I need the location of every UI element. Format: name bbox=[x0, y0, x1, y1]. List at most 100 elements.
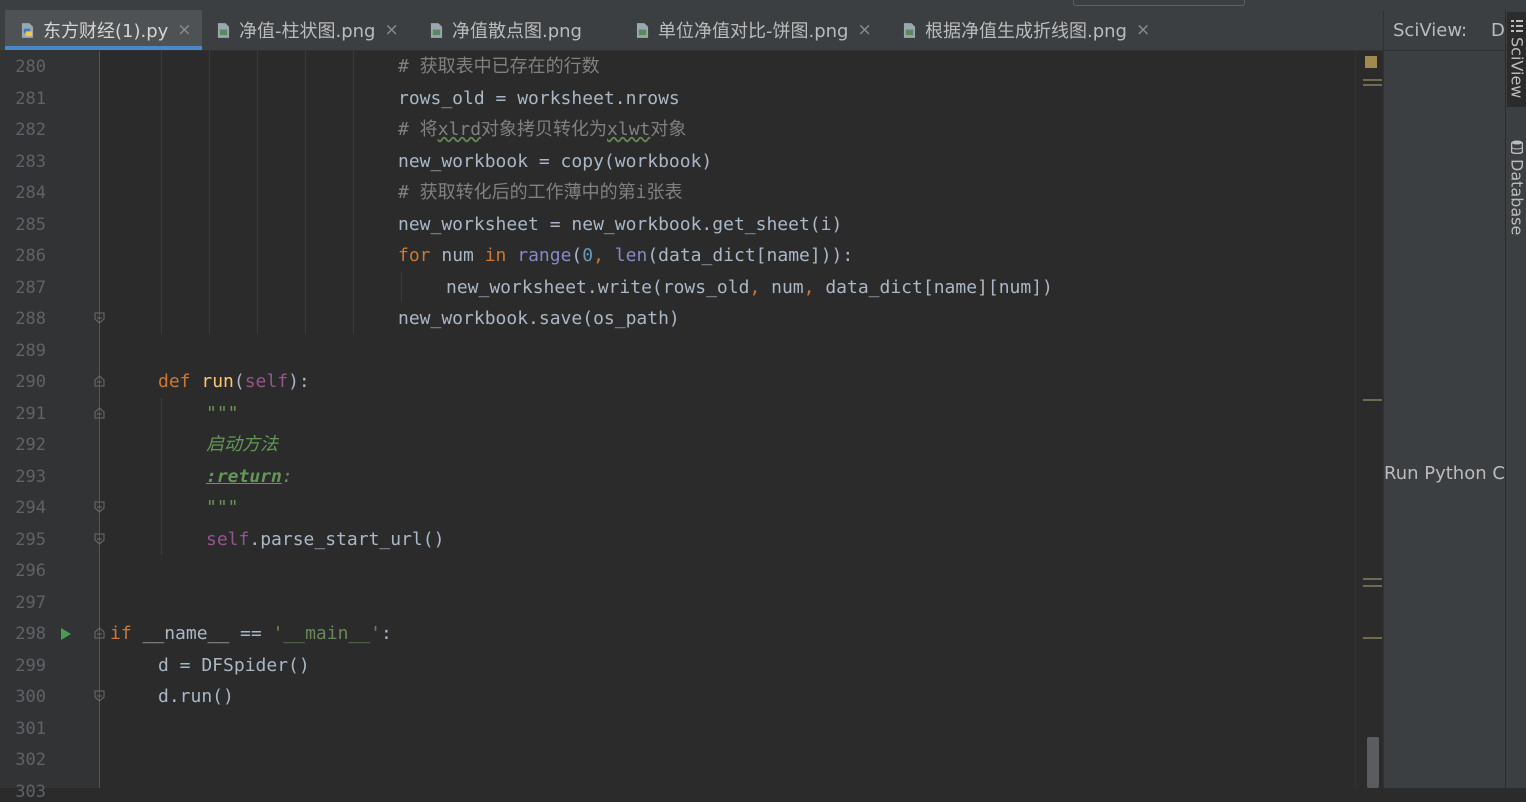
code-line-299[interactable]: d = DFSpider() bbox=[158, 656, 310, 676]
stripe-mark[interactable] bbox=[1363, 578, 1382, 580]
indent-guide bbox=[209, 51, 210, 334]
line-number: 296 bbox=[0, 561, 46, 581]
line-number: 290 bbox=[0, 372, 46, 392]
statement: rows_old = worksheet.nrows bbox=[398, 88, 680, 109]
line-number: 289 bbox=[0, 341, 46, 361]
self-ref: self bbox=[206, 529, 249, 550]
code-line-288[interactable]: new_workbook.save(os_path) bbox=[398, 309, 680, 329]
search-box-edge[interactable] bbox=[1073, 0, 1245, 6]
function-name: run bbox=[201, 371, 234, 392]
sciview-header-extra[interactable]: D bbox=[1491, 20, 1505, 41]
line-number: 298 bbox=[0, 624, 46, 644]
scrollbar-thumb[interactable] bbox=[1367, 737, 1379, 788]
line-number: 280 bbox=[0, 57, 46, 77]
tab-label: 净值-柱状图.png bbox=[239, 17, 375, 43]
punct: , bbox=[593, 245, 604, 266]
code-line-281[interactable]: rows_old = worksheet.nrows bbox=[398, 89, 680, 109]
code-line-292[interactable]: 启动方法 bbox=[206, 435, 278, 455]
error-stripe bbox=[1355, 51, 1383, 788]
stripe-mark[interactable] bbox=[1363, 84, 1382, 86]
tab-line-chart-png[interactable]: 根据净值生成折线图.png × bbox=[903, 10, 1150, 50]
comment-part: xlwt bbox=[607, 119, 650, 140]
indent-guide bbox=[305, 51, 306, 334]
python-file-icon bbox=[21, 22, 34, 39]
fold-end-icon[interactable] bbox=[94, 312, 105, 324]
comment: # 获取表中已存在的行数 bbox=[398, 56, 600, 77]
code-line-280[interactable]: # 获取表中已存在的行数 bbox=[398, 57, 600, 77]
close-icon[interactable]: × bbox=[177, 20, 191, 40]
statement: new_worksheet.write(rows_old bbox=[446, 277, 749, 298]
stripe-mark[interactable] bbox=[1363, 79, 1382, 81]
keyword: def bbox=[158, 371, 191, 392]
comment: # 获取转化后的工作薄中的第i张表 bbox=[398, 182, 683, 203]
fold-start-icon[interactable] bbox=[94, 375, 105, 387]
code-line-294[interactable]: """ bbox=[206, 498, 239, 518]
line-number: 283 bbox=[0, 152, 46, 172]
number: 0 bbox=[582, 245, 593, 266]
string: '__main__' bbox=[273, 623, 381, 644]
code-line-287[interactable]: new_worksheet.write(rows_old, num, data_… bbox=[446, 278, 1053, 298]
line-number: 281 bbox=[0, 89, 46, 109]
code-line-300[interactable]: d.run() bbox=[158, 687, 234, 707]
fold-line bbox=[99, 51, 100, 788]
fold-end-icon[interactable] bbox=[94, 501, 105, 513]
line-number: 292 bbox=[0, 435, 46, 455]
docstring: """ bbox=[206, 497, 239, 518]
line-number: 297 bbox=[0, 593, 46, 613]
line-number: 303 bbox=[0, 782, 46, 802]
tool-tab-database[interactable]: Database bbox=[1507, 140, 1526, 245]
close-icon[interactable]: × bbox=[857, 20, 871, 40]
code-line-283[interactable]: new_workbook = copy(workbook) bbox=[398, 152, 712, 172]
fold-end-icon[interactable] bbox=[94, 690, 105, 702]
line-number: 285 bbox=[0, 215, 46, 235]
space bbox=[506, 245, 517, 266]
code-line-293[interactable]: :return: bbox=[206, 467, 293, 487]
stripe-mark[interactable] bbox=[1363, 399, 1382, 401]
image-file-icon bbox=[903, 22, 916, 39]
statement: new_worksheet = new_workbook.get_sheet(i… bbox=[398, 214, 842, 235]
code-line-290[interactable]: def run(self): bbox=[158, 372, 310, 392]
code-line-295[interactable]: self.parse_start_url() bbox=[206, 530, 444, 550]
tab-dongfang-py[interactable]: 东方财经(1).py × bbox=[5, 10, 202, 50]
indent-guide bbox=[257, 51, 258, 334]
statement: data_dict[name][num]) bbox=[814, 277, 1052, 298]
code-line-282[interactable]: # 将xlrd对象拷贝转化为xlwt对象 bbox=[398, 120, 686, 140]
statement: (data_dict[name])): bbox=[647, 245, 853, 266]
code-line-285[interactable]: new_worksheet = new_workbook.get_sheet(i… bbox=[398, 215, 842, 235]
analysis-status-icon[interactable] bbox=[1365, 56, 1377, 68]
run-gutter-icon[interactable] bbox=[61, 628, 71, 640]
tab-scatter-png[interactable]: 净值散点图.png bbox=[430, 10, 582, 50]
statement: num bbox=[760, 277, 803, 298]
image-file-icon bbox=[636, 22, 649, 39]
docstring: """ bbox=[206, 403, 239, 424]
punct: ( bbox=[571, 245, 582, 266]
code-line-298[interactable]: if __name__ == '__main__': bbox=[110, 624, 392, 644]
punct: ): bbox=[288, 371, 310, 392]
line-number: 288 bbox=[0, 309, 46, 329]
code-line-286[interactable]: for num in range(0, len(data_dict[name])… bbox=[398, 246, 853, 266]
punct: ( bbox=[234, 371, 245, 392]
code-line-291[interactable]: """ bbox=[206, 404, 239, 424]
fold-end-icon[interactable] bbox=[94, 533, 105, 545]
punct: : bbox=[381, 623, 392, 644]
stripe-mark[interactable] bbox=[1363, 585, 1382, 587]
stripe-mark[interactable] bbox=[1363, 637, 1382, 639]
tab-label: 净值散点图.png bbox=[452, 17, 582, 43]
close-icon[interactable]: × bbox=[384, 20, 398, 40]
line-number: 284 bbox=[0, 183, 46, 203]
tab-bar-chart-png[interactable]: 净值-柱状图.png × bbox=[217, 10, 399, 50]
statement: new_workbook = copy(workbook) bbox=[398, 151, 712, 172]
tool-tab-sciview[interactable]: SciView bbox=[1507, 12, 1526, 107]
keyword: for bbox=[398, 245, 431, 266]
image-file-icon bbox=[430, 22, 443, 39]
fold-start-icon[interactable] bbox=[94, 407, 105, 419]
indent-guide bbox=[353, 51, 354, 334]
tab-pie-chart-png[interactable]: 单位净值对比-饼图.png × bbox=[636, 10, 872, 50]
self-param: self bbox=[245, 371, 288, 392]
code-line-284[interactable]: # 获取转化后的工作薄中的第i张表 bbox=[398, 183, 683, 203]
keyword: in bbox=[485, 245, 507, 266]
title-strip bbox=[0, 0, 1526, 10]
line-number: 294 bbox=[0, 498, 46, 518]
close-icon[interactable]: × bbox=[1136, 20, 1150, 40]
fold-start-icon[interactable] bbox=[94, 627, 105, 639]
